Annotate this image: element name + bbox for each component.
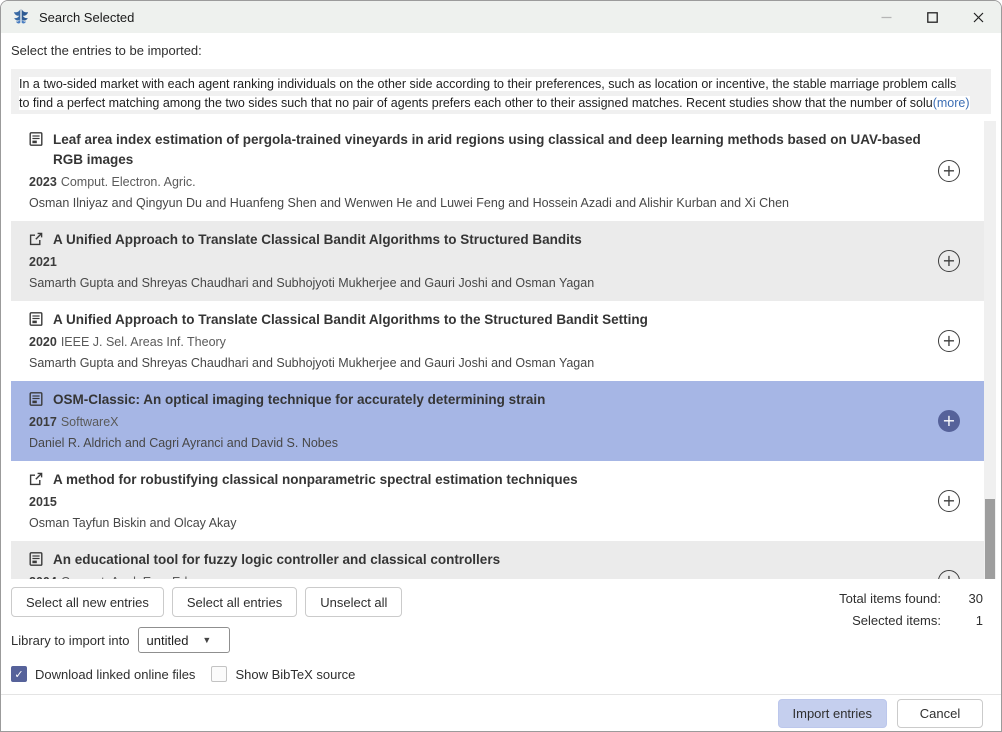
entry-year: 2015: [29, 495, 57, 509]
entry-year: 2017: [29, 415, 57, 429]
instruction-label: Select the entries to be imported:: [11, 43, 991, 61]
entry-title-row: An educational tool for fuzzy logic cont…: [29, 550, 922, 570]
entry-meta: 2015: [29, 493, 922, 512]
add-entry-button[interactable]: +: [938, 490, 960, 512]
add-entry-button[interactable]: +: [938, 570, 960, 579]
cancel-button[interactable]: Cancel: [897, 699, 983, 728]
select-all-new-entries-button[interactable]: Select all new entries: [11, 587, 164, 617]
selected-items-row: Selected items: 1: [839, 609, 983, 631]
abstract-line-2: to find a perfect matching among the two…: [19, 94, 983, 113]
entry-year: 2021: [29, 255, 57, 269]
summary-panel: Total items found: 30 Selected items: 1: [839, 587, 983, 631]
abstract-line-1: In a two-sided market with each agent ra…: [19, 75, 983, 94]
entry-title: Leaf area index estimation of pergola-tr…: [45, 130, 922, 170]
entry-title: An educational tool for fuzzy logic cont…: [45, 550, 500, 570]
entry-authors: Osman Ilniyaz and Qingyun Du and Huanfen…: [29, 194, 922, 213]
total-items-row: Total items found: 30: [839, 587, 983, 609]
footer-bar: Import entries Cancel: [1, 694, 1001, 731]
show-bibtex-source-option[interactable]: Show BibTeX source: [211, 666, 355, 682]
chevron-down-icon: ▼: [202, 635, 211, 645]
import-entries-button[interactable]: Import entries: [778, 699, 887, 728]
show-bibtex-source-checkbox[interactable]: [211, 666, 227, 682]
scrollbar-track[interactable]: [984, 121, 996, 579]
download-linked-files-label: Download linked online files: [35, 667, 195, 682]
entry-list: Leaf area index estimation of pergola-tr…: [11, 121, 984, 579]
entry-authors: Daniel R. Aldrich and Cagri Ayranci and …: [29, 434, 922, 453]
abstract-preview: In a two-sided market with each agent ra…: [11, 69, 991, 114]
entry-row[interactable]: OSM-Classic: An optical imaging techniqu…: [11, 381, 984, 461]
select-all-entries-button[interactable]: Select all entries: [172, 587, 297, 617]
entry-meta: 2017 SoftwareX: [29, 413, 922, 432]
entry-journal: IEEE J. Sel. Areas Inf. Theory: [61, 335, 226, 349]
article-icon: [29, 392, 45, 408]
entry-list-container: Leaf area index estimation of pergola-tr…: [11, 121, 996, 579]
entry-meta: 2023 Comput. Electron. Agric.: [29, 173, 922, 192]
minimize-icon[interactable]: [863, 1, 909, 33]
entry-journal: Comput. Appl. Eng. Educ.: [61, 575, 204, 579]
entry-title: A method for robustifying classical nonp…: [45, 470, 578, 490]
scrollbar-thumb[interactable]: [985, 499, 995, 579]
maximize-icon[interactable]: [909, 1, 955, 33]
show-bibtex-source-label: Show BibTeX source: [235, 667, 355, 682]
entry-year: 2004: [29, 575, 57, 579]
entry-title-row: A Unified Approach to Translate Classica…: [29, 230, 922, 250]
unselect-all-button[interactable]: Unselect all: [305, 587, 402, 617]
entry-year: 2023: [29, 175, 57, 189]
entry-row[interactable]: An educational tool for fuzzy logic cont…: [11, 541, 984, 579]
article-icon: [29, 552, 45, 568]
entry-title: A Unified Approach to Translate Classica…: [45, 230, 582, 250]
download-linked-files-option[interactable]: ✓ Download linked online files: [11, 666, 195, 682]
download-linked-files-checkbox[interactable]: ✓: [11, 666, 27, 682]
titlebar: Search Selected: [1, 1, 1001, 33]
entry-row[interactable]: A Unified Approach to Translate Classica…: [11, 301, 984, 381]
jabref-logo-icon: [11, 7, 31, 27]
entry-row[interactable]: A method for robustifying classical nonp…: [11, 461, 984, 541]
add-entry-button[interactable]: +: [938, 160, 960, 182]
selected-items-label: Selected items:: [852, 613, 941, 628]
close-icon[interactable]: [955, 1, 1001, 33]
search-selected-dialog: Search Selected Select the entries to be…: [0, 0, 1002, 732]
entry-title: OSM-Classic: An optical imaging techniqu…: [45, 390, 545, 410]
entry-authors: Osman Tayfun Biskin and Olcay Akay: [29, 514, 922, 533]
article-icon: [29, 132, 45, 148]
entry-row[interactable]: A Unified Approach to Translate Classica…: [11, 221, 984, 301]
total-items-value: 30: [941, 591, 983, 606]
entry-journal: Comput. Electron. Agric.: [61, 175, 196, 189]
total-items-label: Total items found:: [839, 591, 941, 606]
entry-meta: 2020 IEEE J. Sel. Areas Inf. Theory: [29, 333, 922, 352]
selected-items-value: 1: [941, 613, 983, 628]
entry-authors: Samarth Gupta and Shreyas Chaudhari and …: [29, 274, 922, 293]
add-entry-button[interactable]: +: [938, 410, 960, 432]
entry-title-row: Leaf area index estimation of pergola-tr…: [29, 130, 922, 170]
library-selected-value: untitled: [147, 633, 189, 648]
entry-authors: Samarth Gupta and Shreyas Chaudhari and …: [29, 354, 922, 373]
options-row: ✓ Download linked online files Show BibT…: [11, 666, 991, 682]
external-link-icon: [29, 232, 45, 248]
entry-title-row: OSM-Classic: An optical imaging techniqu…: [29, 390, 922, 410]
entry-title-row: A Unified Approach to Translate Classica…: [29, 310, 922, 330]
entry-title-row: A method for robustifying classical nonp…: [29, 470, 922, 490]
external-link-icon: [29, 472, 45, 488]
entry-year: 2020: [29, 335, 57, 349]
article-icon: [29, 312, 45, 328]
add-entry-button[interactable]: +: [938, 250, 960, 272]
entry-meta: 2004 Comput. Appl. Eng. Educ.: [29, 573, 922, 579]
library-select[interactable]: untitled ▼: [138, 627, 230, 653]
dialog-content: Select the entries to be imported: In a …: [1, 33, 1001, 731]
add-entry-button[interactable]: +: [938, 330, 960, 352]
more-link[interactable]: (more): [933, 96, 970, 110]
entry-row[interactable]: Leaf area index estimation of pergola-tr…: [11, 121, 984, 221]
window-title: Search Selected: [39, 10, 134, 25]
library-label: Library to import into: [11, 633, 130, 648]
entry-title: A Unified Approach to Translate Classica…: [45, 310, 648, 330]
selection-controls: Select all new entries Select all entrie…: [11, 587, 991, 617]
entry-meta: 2021: [29, 253, 922, 272]
entry-journal: SoftwareX: [61, 415, 119, 429]
